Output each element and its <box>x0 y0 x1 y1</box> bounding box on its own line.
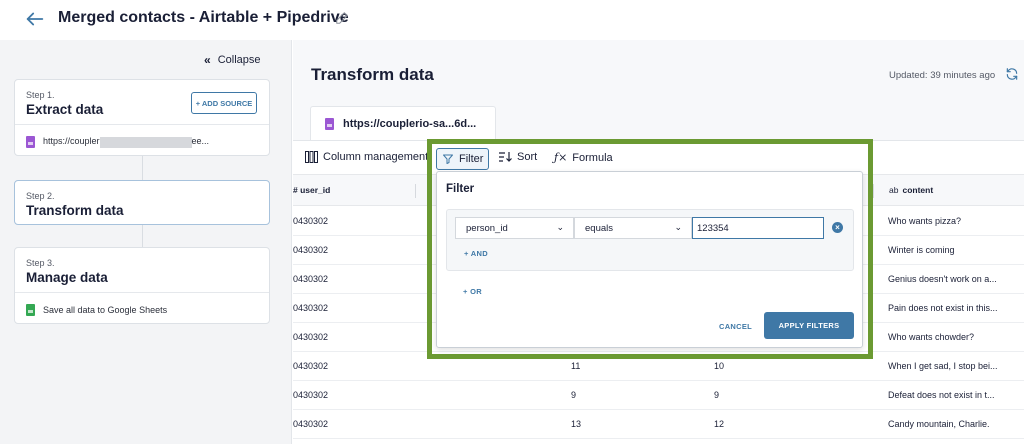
pencil-icon[interactable] <box>335 11 349 25</box>
cell-col3: 10 <box>714 361 725 371</box>
field-select-value: person_id <box>466 222 508 234</box>
redacted-block <box>99 136 192 148</box>
cell-content: Who wants chowder? <box>888 332 975 342</box>
google-sheets-icon <box>26 304 35 316</box>
top-bar: Merged contacts - Airtable + Pipedrive <box>0 0 1024 40</box>
sidebar: « Collapse Step 1. Extract data + ADD SO… <box>0 40 292 444</box>
filter-popup-title: Filter <box>446 183 475 195</box>
destination-label: Save all data to Google Sheets <box>43 305 168 315</box>
step-number: Step 3. <box>26 258 55 268</box>
cell-user-id: 0430302 <box>293 419 329 429</box>
cell-user-id: 0430302 <box>293 390 329 400</box>
table-row[interactable]: 0430302 13 12 Candy mountain, Charlie. <box>293 410 1024 439</box>
step-number: Step 1. <box>26 90 55 100</box>
source-url-suffix: ee... <box>191 136 210 147</box>
column-separator <box>415 184 416 198</box>
step-title: Manage data <box>26 270 108 285</box>
columns-icon <box>305 151 318 163</box>
cell-content: Defeat does not exist in t... <box>888 390 995 400</box>
step-connector <box>142 156 143 180</box>
chevron-down-icon: ⌄ <box>674 222 682 232</box>
cell-content: When I get sad, I stop bei... <box>888 361 998 371</box>
arrow-left-icon[interactable] <box>24 8 46 30</box>
step-card-extract[interactable]: Step 1. Extract data + ADD SOURCE https:… <box>14 79 270 156</box>
collapse-label: Collapse <box>217 54 261 66</box>
cell-user-id: 0430302 <box>293 245 329 255</box>
cell-content: Genius doesn't work on a... <box>888 274 997 284</box>
column-separator <box>873 184 874 198</box>
main-title: Transform data <box>311 65 434 84</box>
step-card-manage[interactable]: Step 3. Manage data Save all data to Goo… <box>14 247 270 324</box>
table-row[interactable]: 0430302 9 9 Defeat does not exist in t..… <box>293 381 1024 410</box>
source-item[interactable]: https://coupler ee... <box>26 136 209 148</box>
cell-user-id: 0430302 <box>293 332 329 342</box>
column-header-content[interactable]: ab content <box>889 185 933 195</box>
chevron-down-icon: ⌄ <box>556 222 564 232</box>
cell-user-id: 0430302 <box>293 274 329 284</box>
add-and-button[interactable]: + AND <box>464 249 488 258</box>
column-management-label: Column management <box>323 151 429 163</box>
apply-filters-button[interactable]: APPLY FILTERS <box>764 312 854 339</box>
cancel-button[interactable]: CANCEL <box>719 322 752 331</box>
filter-value-input[interactable] <box>692 217 824 239</box>
cell-user-id: 0430302 <box>293 361 329 371</box>
cell-col2: 9 <box>571 390 577 400</box>
step-number: Step 2. <box>26 191 55 201</box>
step-connector <box>142 225 143 247</box>
column-management-button[interactable]: Column management <box>305 151 428 163</box>
cell-col2: 11 <box>571 361 581 371</box>
cell-col2: 13 <box>571 419 582 429</box>
text-type-icon: ab <box>889 185 899 195</box>
updated-status: Updated: 39 minutes ago <box>889 70 996 81</box>
source-tab-label: https://couplerio-sa...6d... <box>343 117 477 130</box>
column-header-content-label: content <box>902 185 934 195</box>
add-or-button[interactable]: + OR <box>463 287 482 296</box>
source-tab[interactable]: https://couplerio-sa...6d... <box>310 106 496 140</box>
column-header-user-id[interactable]: # user_id <box>293 185 330 195</box>
chevron-double-left-icon: « <box>204 53 211 67</box>
divider <box>15 124 269 125</box>
cell-user-id: 0430302 <box>293 216 329 226</box>
cell-content: Pain does not exist in this... <box>888 303 998 313</box>
source-url-prefix: https://coupler <box>43 136 100 147</box>
divider <box>15 292 269 293</box>
cell-content: Candy mountain, Charlie. <box>888 419 990 429</box>
cell-content: Winter is coming <box>888 245 955 255</box>
file-icon <box>325 117 334 130</box>
operator-select-value: equals <box>585 222 613 234</box>
collapse-button[interactable]: « Collapse <box>204 53 261 67</box>
main-header: Transform data Updated: 39 minutes ago h… <box>293 40 1024 140</box>
filter-popup: Filter person_id ⌄ equals ⌄ × + AND + OR… <box>436 171 863 348</box>
cell-col3: 12 <box>714 419 725 429</box>
field-select[interactable]: person_id ⌄ <box>455 217 574 239</box>
cell-content: Who wants pizza? <box>888 216 962 226</box>
cell-user-id: 0430302 <box>293 303 329 313</box>
refresh-icon[interactable] <box>1005 67 1019 81</box>
clear-icon[interactable]: × <box>832 222 843 233</box>
file-icon <box>26 136 35 148</box>
page-title: Merged contacts - Airtable + Pipedrive <box>58 9 349 26</box>
operator-select[interactable]: equals ⌄ <box>574 217 692 239</box>
filter-condition-group: person_id ⌄ equals ⌄ × + AND <box>446 209 854 271</box>
step-title: Extract data <box>26 102 104 117</box>
step-card-transform[interactable]: Step 2. Transform data <box>14 180 270 225</box>
step-title: Transform data <box>26 203 124 218</box>
add-source-button[interactable]: + ADD SOURCE <box>191 92 257 114</box>
destination-item[interactable]: Save all data to Google Sheets <box>26 304 167 316</box>
cell-col3: 9 <box>714 390 720 400</box>
